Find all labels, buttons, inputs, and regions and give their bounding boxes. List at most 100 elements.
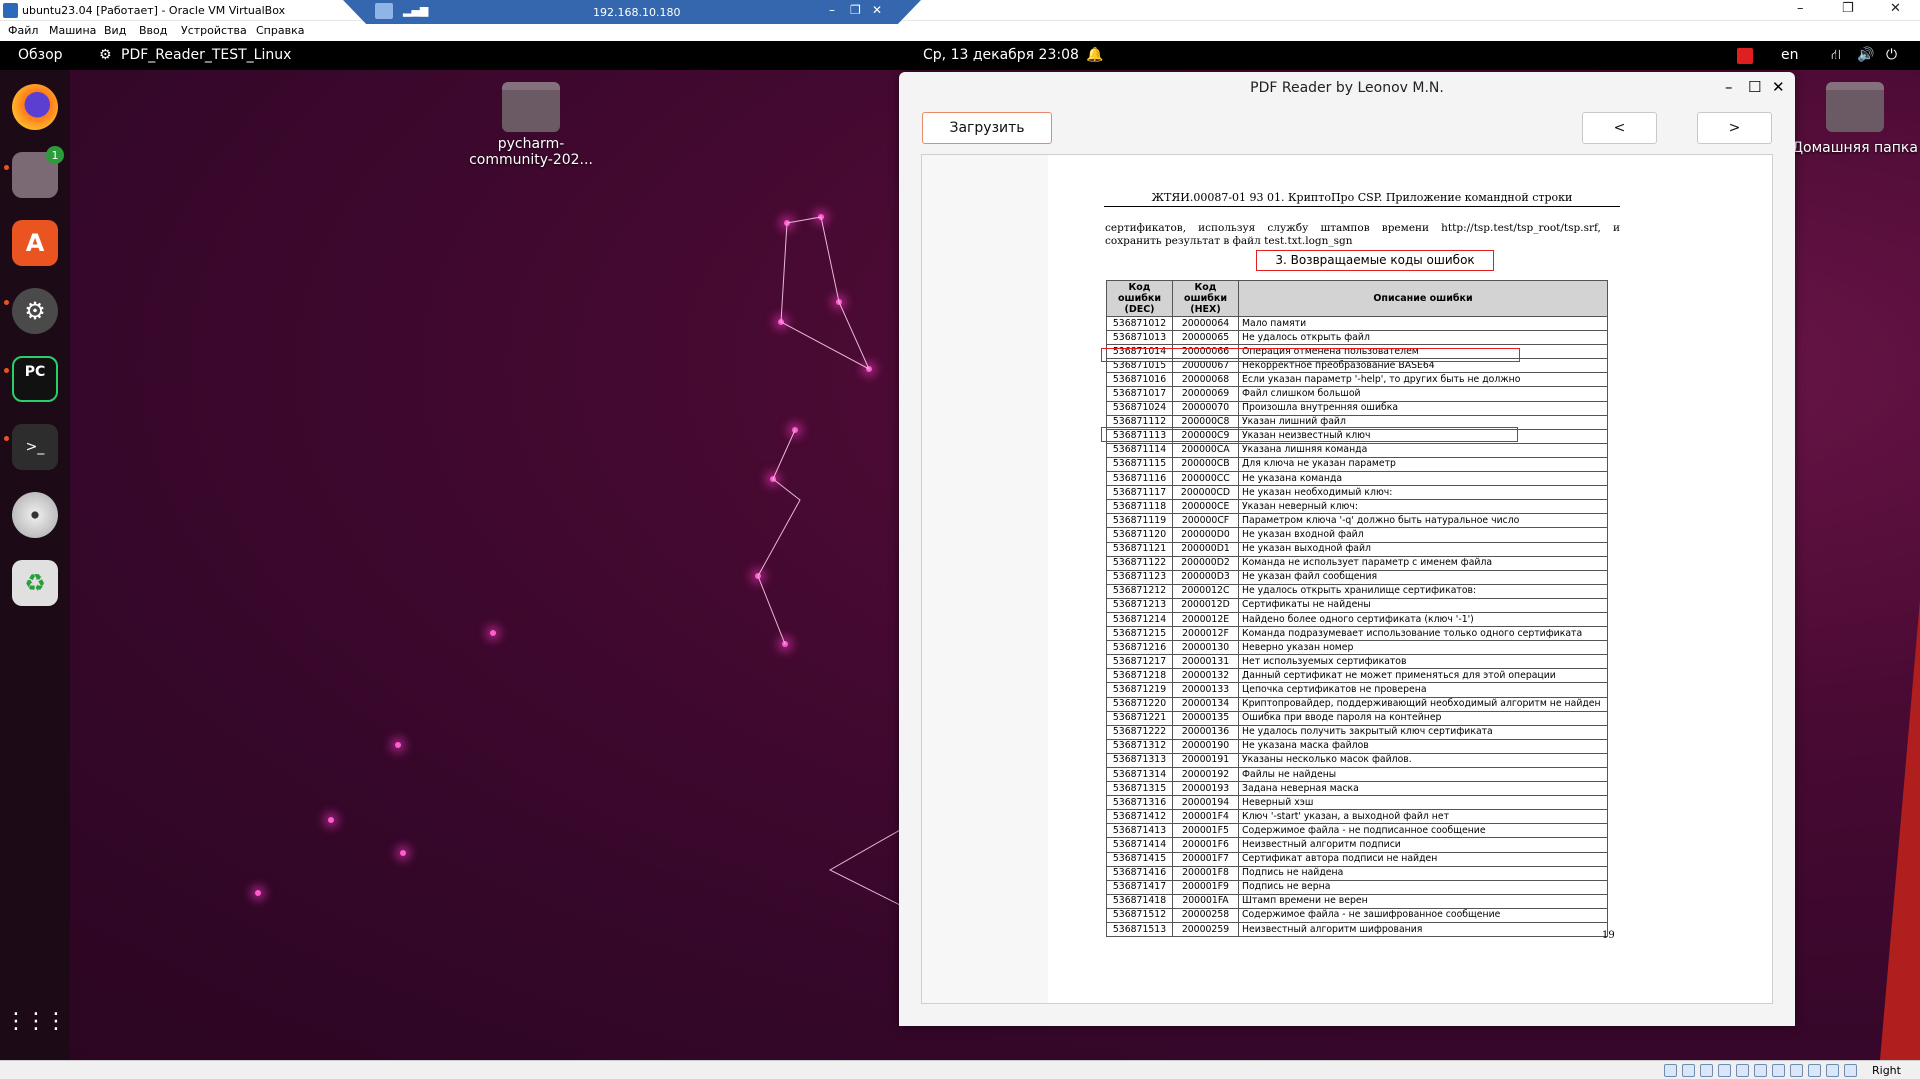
- home-icon: [1826, 82, 1884, 132]
- cell-hex: 20000131: [1172, 654, 1239, 670]
- power-icon[interactable]: ⏻: [1886, 47, 1897, 63]
- menu-devices[interactable]: Устройства: [181, 24, 247, 37]
- cell-dec: 536871123: [1106, 569, 1173, 585]
- cell-desc: Ошибка при вводе пароля на контейнер: [1238, 710, 1608, 726]
- page-number: 19: [1602, 930, 1615, 941]
- minimize-icon[interactable]: –: [1797, 1, 1804, 16]
- activities-button[interactable]: Обзор: [18, 47, 63, 63]
- home-folder[interactable]: Домашняя папка: [1790, 82, 1920, 156]
- cell-hex: 20000134: [1172, 696, 1239, 712]
- next-page-button[interactable]: >: [1697, 112, 1772, 144]
- cell-dec: 536871017: [1106, 386, 1173, 402]
- table-row: 536871413 200001F5 Содержимое файла - не п…: [1106, 823, 1608, 839]
- pycharm-icon[interactable]: PC: [12, 356, 58, 402]
- cell-hex: 200000D1: [1172, 541, 1239, 557]
- app-center-icon[interactable]: A: [12, 220, 58, 266]
- close-icon[interactable]: ✕: [1890, 1, 1901, 16]
- cell-dec: 536871012: [1106, 315, 1173, 332]
- cell-desc: Штамп времени не верен: [1238, 893, 1608, 909]
- table-row: 536871315 20000193 Задана неверная маска: [1106, 781, 1608, 797]
- audio-icon[interactable]: [1700, 1064, 1713, 1077]
- mouse-icon[interactable]: [1826, 1064, 1839, 1077]
- usb-icon[interactable]: [1736, 1064, 1749, 1077]
- files-icon[interactable]: 1: [12, 146, 64, 198]
- table-row: 536871222 20000136 Не удалось получить зак…: [1106, 724, 1608, 740]
- display-icon[interactable]: [1772, 1064, 1785, 1077]
- volume-icon[interactable]: 🔊: [1857, 47, 1874, 63]
- network-icon[interactable]: ⛙: [1831, 47, 1841, 65]
- cell-hex: 200001F9: [1172, 879, 1239, 895]
- cell-dec: 536871414: [1106, 837, 1173, 853]
- menu-view[interactable]: Вид: [104, 24, 126, 37]
- table-row: 536871117 200000CD Не указан необходимый к…: [1106, 485, 1608, 501]
- doc-header: ЖТЯИ.00087-01 93 01. КриптоПро CSP. Прил…: [1104, 191, 1620, 207]
- rdp-minimize-icon[interactable]: –: [829, 3, 835, 17]
- menu-input[interactable]: Ввод: [139, 24, 167, 37]
- menu-machine[interactable]: Машина: [49, 24, 96, 37]
- page-margin: [922, 155, 1048, 1003]
- cell-desc: Найдено более одного сертификата (ключ '…: [1238, 611, 1608, 628]
- load-button[interactable]: Загрузить: [922, 112, 1052, 144]
- recording-icon[interactable]: [1737, 48, 1753, 64]
- app-menu-icon[interactable]: ⚙: [99, 47, 112, 63]
- keyboard-icon[interactable]: [1844, 1064, 1857, 1077]
- error-codes-table: Код ошибки (DEC) Код ошибки (HEX) Описан…: [1106, 280, 1608, 938]
- clock[interactable]: Ср, 13 декабря 23:08: [923, 47, 1079, 63]
- trash-icon[interactable]: ♻: [12, 560, 58, 606]
- pdf-viewer[interactable]: ЖТЯИ.00087-01 93 01. КриптоПро CSP. Прил…: [921, 154, 1773, 1004]
- firefox-icon[interactable]: [12, 84, 58, 130]
- cell-desc: Не указан необходимый ключ:: [1238, 485, 1608, 501]
- cell-dec: 536871216: [1106, 640, 1173, 656]
- app-close-icon[interactable]: ✕: [1772, 78, 1785, 96]
- hdd-icon[interactable]: [1664, 1064, 1677, 1077]
- table-row: 536871312 20000190 Не указана маска файлов: [1106, 738, 1608, 754]
- cell-dec: 536871222: [1106, 724, 1173, 740]
- recording-status-icon[interactable]: [1790, 1064, 1803, 1077]
- prev-page-button[interactable]: <: [1582, 112, 1657, 144]
- pycharm-folder[interactable]: pycharm-community-202...: [466, 82, 596, 168]
- folder-icon: [502, 82, 560, 132]
- cell-dec: 536871316: [1106, 795, 1173, 811]
- shared-folder-icon[interactable]: [1754, 1064, 1767, 1077]
- cell-desc: Указаны несколько масок файлов.: [1238, 752, 1608, 769]
- pin-icon[interactable]: [375, 3, 393, 19]
- optical-icon[interactable]: [1682, 1064, 1695, 1077]
- cell-desc: Не удалось открыть файл: [1238, 330, 1608, 346]
- rdp-close-icon[interactable]: ✕: [872, 3, 882, 17]
- disc-icon[interactable]: [12, 492, 58, 538]
- table-row: 536871114 200000CA Указана лишняя команда: [1106, 442, 1608, 458]
- cell-hex: 2000012C: [1172, 583, 1239, 599]
- cell-hex: 200000CB: [1172, 456, 1239, 473]
- cell-desc: Криптопровайдер, поддерживающий необходи…: [1238, 696, 1608, 712]
- app-grid-icon[interactable]: ⋮⋮⋮: [5, 998, 67, 1044]
- app-minimize-icon[interactable]: –: [1725, 78, 1733, 96]
- rdp-restore-icon[interactable]: ❐: [850, 3, 861, 17]
- window-title: PDF Reader by Leonov M.N.: [1250, 80, 1444, 96]
- menu-help[interactable]: Справка: [256, 24, 304, 37]
- cell-hex: 20000259: [1172, 922, 1239, 938]
- cell-hex: 20000064: [1172, 315, 1239, 332]
- cell-desc: Сертификат автора подписи не найден: [1238, 851, 1608, 867]
- highlight-box-row-9: [1101, 427, 1518, 442]
- app-menu-label[interactable]: PDF_Reader_TEST_Linux: [121, 47, 291, 63]
- table-row: 536871213 2000012D Сертификаты не найдены: [1106, 597, 1608, 613]
- rdp-connection-bar: ▂▄▆ 192.168.10.180 – ❐ ✕: [343, 0, 921, 24]
- cell-dec: 536871314: [1106, 766, 1173, 783]
- settings-icon[interactable]: ⚙: [12, 288, 58, 334]
- cell-desc: Цепочка сертификатов не проверена: [1238, 682, 1608, 698]
- app-maximize-icon[interactable]: ☐: [1748, 78, 1761, 96]
- cell-hex: 20000130: [1172, 640, 1239, 656]
- notification-bell-icon[interactable]: 🔔: [1086, 47, 1103, 63]
- restore-icon[interactable]: ❐: [1842, 1, 1854, 16]
- keyboard-layout[interactable]: en: [1781, 47, 1799, 63]
- cell-desc: Содержимое файла - не зашифрованное сооб…: [1238, 907, 1608, 924]
- table-row: 536871219 20000133 Цепочка сертификатов не…: [1106, 682, 1608, 698]
- cell-desc: Не указана маска файлов: [1238, 738, 1608, 754]
- network-status-icon[interactable]: [1718, 1064, 1731, 1077]
- cpu-icon[interactable]: [1808, 1064, 1821, 1077]
- terminal-icon[interactable]: >_: [12, 424, 58, 470]
- cell-dec: 536871016: [1106, 372, 1173, 388]
- table-row: 536871115 200000CB Для ключа не указан пар…: [1106, 456, 1608, 473]
- highlight-box-row-2: [1101, 348, 1520, 362]
- menu-file[interactable]: Файл: [8, 24, 38, 37]
